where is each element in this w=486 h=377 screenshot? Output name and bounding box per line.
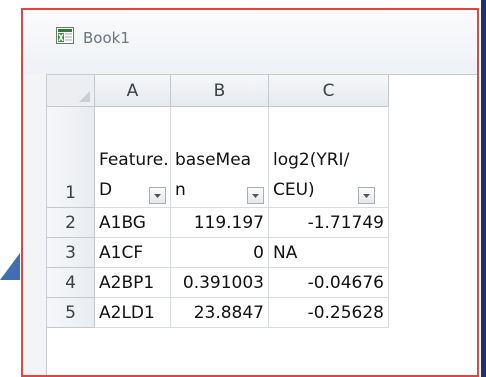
chevron-down-icon xyxy=(363,193,370,198)
row-header-2[interactable]: 2 xyxy=(47,208,95,238)
header-cell-line2: D xyxy=(99,180,113,200)
table-cell[interactable]: A1BG xyxy=(95,208,171,238)
background-edge xyxy=(481,0,486,377)
header-cell-line1: Feature.I xyxy=(99,150,171,170)
table-cell[interactable]: 0 xyxy=(171,238,269,268)
worksheet-grid: A B C 1 Feature.I D baseMea n log2(YRI/ … xyxy=(46,74,477,375)
select-all-corner[interactable] xyxy=(47,75,95,107)
excel-workbook-icon[interactable] xyxy=(56,27,74,44)
filter-dropdown-button[interactable] xyxy=(149,187,166,204)
header-cell-line2: CEU) xyxy=(273,180,315,200)
row-header-5[interactable]: 5 xyxy=(47,298,95,328)
header-cell-line2: n xyxy=(175,180,186,200)
table-cell[interactable]: 119.197 xyxy=(171,208,269,238)
chevron-down-icon xyxy=(252,193,259,198)
filter-dropdown-button[interactable] xyxy=(358,187,375,204)
table-cell[interactable]: 23.8847 xyxy=(171,298,269,328)
row-header-3[interactable]: 3 xyxy=(47,238,95,268)
table-cell[interactable]: -0.25628 xyxy=(269,298,389,328)
row-header-4[interactable]: 4 xyxy=(47,268,95,298)
header-cell-basemean[interactable]: baseMea n xyxy=(171,107,269,208)
table-cell[interactable]: NA xyxy=(269,238,389,268)
table-cell[interactable]: A2BP1 xyxy=(95,268,171,298)
filter-dropdown-button[interactable] xyxy=(247,187,264,204)
workbook-title: Book1 xyxy=(83,29,130,47)
table-cell[interactable]: A1CF xyxy=(95,238,171,268)
header-cell-log2-fold[interactable]: log2(YRI/ CEU) xyxy=(269,107,389,208)
column-header-c[interactable]: C xyxy=(269,75,389,107)
left-arrow-decoration xyxy=(0,253,20,280)
table-cell[interactable]: A2LD1 xyxy=(95,298,171,328)
table-cell[interactable]: -0.04676 xyxy=(269,268,389,298)
title-bar: Book1 xyxy=(23,10,477,74)
excel-workbook-window: Book1 A B C 1 Feature.I D baseMea n log2… xyxy=(21,8,479,377)
table-cell[interactable]: -1.71749 xyxy=(269,208,389,238)
header-cell-feature-id[interactable]: Feature.I D xyxy=(95,107,171,208)
chevron-down-icon xyxy=(154,193,161,198)
header-cell-line1: log2(YRI/ xyxy=(273,150,350,170)
column-header-b[interactable]: B xyxy=(171,75,269,107)
row-header-1[interactable]: 1 xyxy=(47,107,95,208)
table-cell[interactable]: 0.391003 xyxy=(171,268,269,298)
header-cell-line1: baseMea xyxy=(175,150,252,170)
column-header-a[interactable]: A xyxy=(95,75,171,107)
